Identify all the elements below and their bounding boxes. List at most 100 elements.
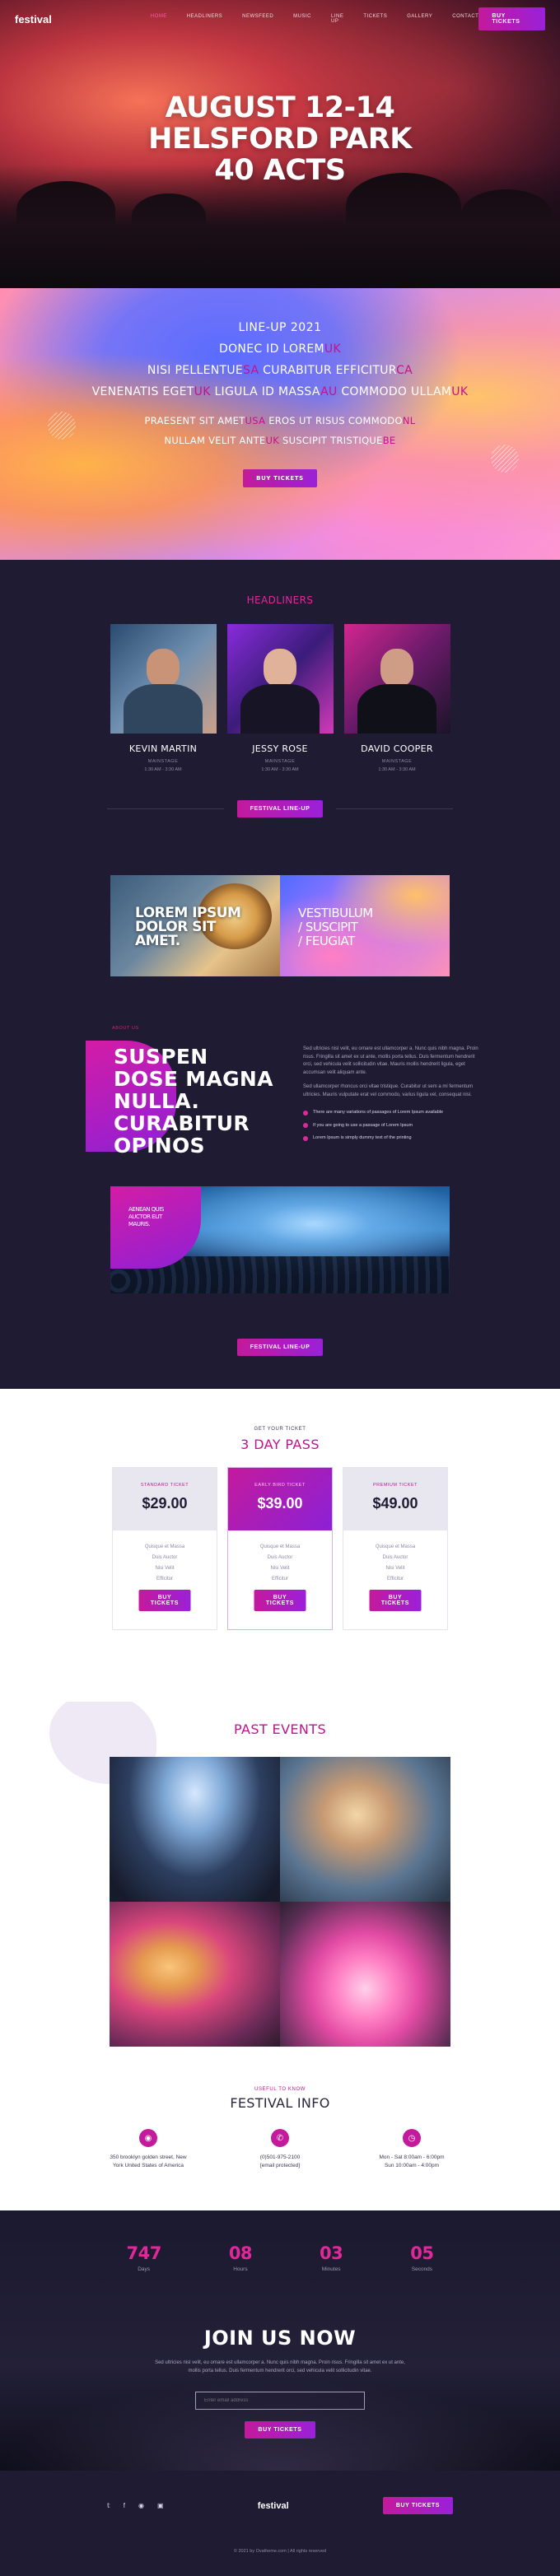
nav-item-lineup[interactable]: LINE UP <box>331 14 343 24</box>
countdown-seconds: 05 Seconds <box>410 2243 434 2272</box>
nav-item-contact[interactable]: CONTACT <box>452 14 478 24</box>
gallery-photo[interactable] <box>280 1902 450 2047</box>
headliners-section: HEADLINERS KEVIN MARTIN MAINSTAGE 1:30 A… <box>0 560 560 1389</box>
artist-name: KEVIN MARTIN <box>128 743 198 754</box>
act-name: NULLAM VELIT ANTE <box>164 435 266 446</box>
nav-item-headliners[interactable]: HEADLINERS <box>187 14 222 24</box>
about-heading-block: SUSPEN DOSE MAGNA NULLA. CURABITUR OPINO… <box>86 1041 278 1157</box>
artist-card[interactable]: DAVID COOPER MAINSTAGE 1:30 AM - 3:30 AM <box>343 624 450 772</box>
buy-standard-button[interactable]: BUY TICKETS <box>138 1590 191 1611</box>
nav-item-home[interactable]: HOME <box>151 14 167 24</box>
promo-left-text: LOREM IPSUM DOLOR SIT AMET. <box>135 905 241 949</box>
footer-logo[interactable]: festival <box>258 2501 289 2511</box>
artist-head <box>380 649 413 687</box>
instagram-icon[interactable]: ▣ <box>157 2502 164 2509</box>
festival-lineup-row: FESTIVAL LINE-UP <box>0 1293 560 1389</box>
festival-info-section: USEFUL TO KNOW FESTIVAL INFO ◉ 350 brook… <box>0 2074 560 2210</box>
gallery-photo[interactable] <box>110 1902 280 2047</box>
concert-photo: AENEAN QUIS AUCTOR ELIT MAURIS. <box>110 1186 450 1293</box>
info-contact: ✆ (0)501-975-2100 [email protected] <box>239 2129 321 2170</box>
artist-head <box>263 649 296 687</box>
artist-body <box>123 684 203 734</box>
phone-icon: ✆ <box>271 2129 289 2147</box>
artist-card[interactable]: KEVIN MARTIN MAINSTAGE 1:30 AM - 3:30 AM <box>110 624 217 772</box>
countdown-days: 747 Days <box>126 2243 161 2272</box>
plan-feature: Quisque et Massa <box>259 1544 301 1549</box>
artist-body <box>240 684 320 734</box>
plan-feature: Quisque et Massa <box>144 1544 185 1549</box>
twitter-icon[interactable]: 𝕥 <box>107 2502 110 2509</box>
artist-card[interactable]: JESSY ROSE MAINSTAGE 1:30 AM - 3:30 AM <box>226 624 334 772</box>
decor-circle <box>491 445 519 473</box>
nav-item-music[interactable]: MUSIC <box>293 14 311 24</box>
pricing-card-premium: PREMIUM TICKET $49.00 Quisque et Massa D… <box>343 1467 448 1630</box>
plan-price: $39.00 <box>257 1495 303 1512</box>
location-pin-icon: ◉ <box>139 2129 157 2147</box>
pricing-kicker: GET YOUR TICKET <box>254 1427 306 1432</box>
lineup-buy-tickets-button[interactable]: BUY TICKETS <box>243 469 317 487</box>
plan-title: STANDARD TICKET <box>140 1483 189 1488</box>
plan-feature: Efficitur <box>156 1577 173 1581</box>
join-title: JOIN US NOW <box>203 2327 357 2350</box>
festival-lineup-button[interactable]: FESTIVAL LINE-UP <box>236 800 324 818</box>
artist-time: 1:30 AM - 3:30 AM <box>261 767 299 772</box>
plan-feature: Efficitur <box>387 1577 404 1581</box>
dribbble-icon[interactable]: ◉ <box>138 2502 144 2509</box>
plan-features: Quisque et Massa Duis Auctor Nisi Velit … <box>228 1542 332 1585</box>
promo-gradient-banner[interactable]: VESTIBULUM / SUSCIPIT / FEUGIAT <box>280 875 450 976</box>
bullet-item: Lorem Ipsum is simply dummy text of the … <box>303 1134 480 1143</box>
act-country: USA <box>245 415 266 426</box>
buy-early-bird-button[interactable]: BUY TICKETS <box>254 1590 306 1611</box>
bullet-item: There are many variations of passages of… <box>303 1109 480 1117</box>
plan-title: PREMIUM TICKET <box>373 1483 418 1488</box>
photo-caption: AENEAN QUIS AUCTOR ELIT MAURIS. <box>128 1206 164 1227</box>
nav-item-tickets[interactable]: TICKETS <box>363 14 387 24</box>
pricing-title: 3 DAY PASS <box>240 1437 320 1452</box>
lineup-row: NULLAM VELIT ANTEUK SUSCIPIT TRISTIQUEBE <box>0 435 560 446</box>
promo-banners: LOREM IPSUM DOLOR SIT AMET. VESTIBULUM /… <box>110 875 450 976</box>
join-buy-tickets-button[interactable]: BUY TICKETS <box>245 2421 315 2439</box>
footer-buy-tickets-button[interactable]: BUY TICKETS <box>382 2497 453 2514</box>
artist-cards: KEVIN MARTIN MAINSTAGE 1:30 AM - 3:30 AM… <box>0 624 560 772</box>
buy-premium-button[interactable]: BUY TICKETS <box>369 1590 422 1611</box>
artist-head <box>146 649 180 687</box>
info-address: ◉ 350 brooklyn golden street, New York Un… <box>107 2129 189 2170</box>
plan-feature: Duis Auctor <box>152 1555 178 1560</box>
lineup-button-row: FESTIVAL LINE-UP <box>107 800 454 818</box>
info-hours: ◷ Mon - Sat 8:00am - 6:00pm Sun 10:00am -… <box>371 2129 453 2170</box>
about-paragraph: Sed ullamcorper rhoncus orci vitae trist… <box>303 1084 474 1097</box>
act-name: NISI PELLENTUE <box>147 364 244 377</box>
social-links: 𝕥 f ◉ ▣ <box>107 2502 164 2509</box>
plan-feature: Efficitur <box>272 1577 288 1581</box>
nav-item-newsfeed[interactable]: NEWSFEED <box>242 14 273 24</box>
festival-lineup-button[interactable]: FESTIVAL LINE-UP <box>236 1339 324 1356</box>
plan-feature: Nisi Velit <box>270 1566 290 1571</box>
artist-photo <box>110 624 217 734</box>
act-name: SUSCIPIT TRISTIQUE <box>279 435 383 446</box>
hero-date: AUGUST 12-14 <box>165 91 395 124</box>
plan-title: EARLY BIRD TICKET <box>254 1483 306 1488</box>
pricing-plans: STANDARD TICKET $29.00 Quisque et Massa … <box>0 1467 560 1630</box>
pricing-section: GET YOUR TICKET 3 DAY PASS STANDARD TICK… <box>0 1389 560 1702</box>
join-description: Sed ultricies nisl velit, eu ornare est … <box>155 2360 405 2373</box>
artist-name: DAVID COOPER <box>361 743 433 754</box>
site-logo[interactable]: festival <box>15 13 52 26</box>
gallery-photo[interactable] <box>280 1757 450 1902</box>
facebook-icon[interactable]: f <box>124 2502 125 2509</box>
act-name: VENENATIS EGET <box>91 385 194 398</box>
act-name: LIGULA ID MASSA <box>210 385 321 398</box>
past-events-title: PAST EVENTS <box>233 1721 327 1737</box>
artist-time: 1:30 AM - 3:30 AM <box>378 767 416 772</box>
artist-stage: MAINSTAGE <box>147 759 179 764</box>
promo-food-banner[interactable]: LOREM IPSUM DOLOR SIT AMET. <box>110 875 280 976</box>
hero-section: festival HOME HEADLINERS NEWSFEED MUSIC … <box>0 0 560 288</box>
bullet-dot-icon <box>303 1123 308 1129</box>
nav-item-gallery[interactable]: GALLERY <box>407 14 432 24</box>
lineup-section: LINE-UP 2021 DONEC ID LOREMUK NISI PELLE… <box>0 288 560 560</box>
gallery-photo[interactable] <box>110 1757 280 1902</box>
plan-features: Quisque et Massa Duis Auctor Nisi Velit … <box>343 1542 447 1585</box>
copyright: © 2021 by Ovatheme.com | All rights rese… <box>233 2549 327 2554</box>
nav-buy-tickets-button[interactable]: BUY TICKETS <box>478 7 545 30</box>
artist-stage: MAINSTAGE <box>381 759 413 764</box>
plan-feature: Duis Auctor <box>267 1555 293 1560</box>
